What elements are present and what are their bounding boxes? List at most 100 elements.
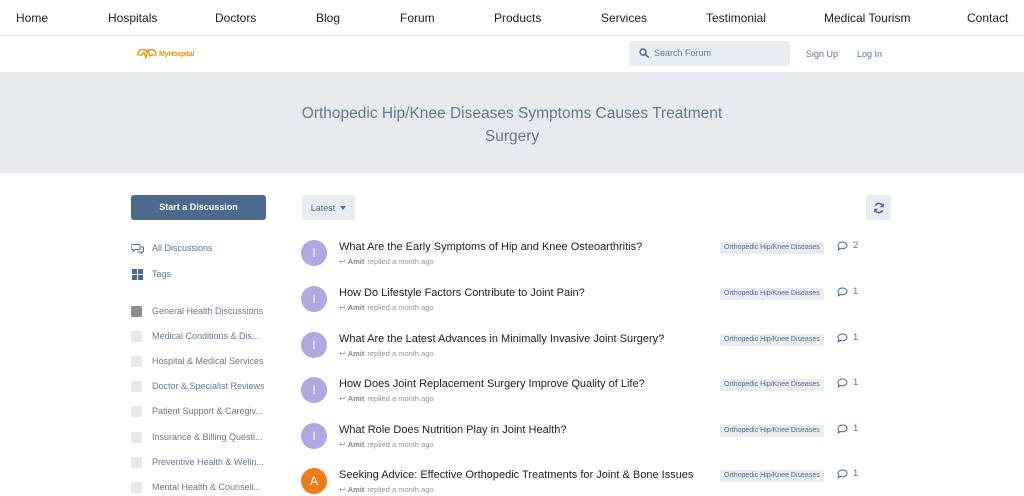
discussion-meta: ↩ Amit replied a month ago: [339, 485, 434, 494]
avatar[interactable]: I: [301, 286, 327, 312]
grid-icon: [131, 268, 144, 281]
reply-count: 1: [837, 468, 858, 479]
refresh-button[interactable]: [866, 195, 891, 220]
caret-down-icon: [340, 205, 347, 210]
sidebar-tag-label: Doctor & Specialist Reviews: [152, 381, 265, 391]
search-input[interactable]: Search Forum: [629, 41, 790, 66]
reply-icon: ↩: [339, 257, 346, 266]
nav-doctors[interactable]: Doctors: [215, 11, 256, 25]
discussion-title[interactable]: What Are the Early Symptoms of Hip and K…: [339, 241, 642, 253]
discussion-author[interactable]: Amit: [348, 485, 365, 494]
avatar[interactable]: I: [301, 240, 327, 266]
discussion-meta-text: replied a month ago: [367, 303, 434, 312]
discussion-tag[interactable]: Orthopedic Hip/Knee Diseases: [720, 425, 824, 437]
search-placeholder: Search Forum: [654, 48, 712, 58]
discussion-title[interactable]: How Does Joint Replacement Surgery Impro…: [339, 378, 645, 390]
discussion-title[interactable]: What Are the Latest Advances in Minimall…: [339, 333, 664, 345]
sidebar-tag-general-health[interactable]: General Health Discussions: [131, 305, 263, 317]
comment-icon: [837, 286, 848, 297]
discussion-row[interactable]: I What Are the Latest Advances in Minima…: [301, 332, 891, 366]
comment-icon: [837, 240, 848, 251]
discussion-title[interactable]: What Role Does Nutrition Play in Joint H…: [339, 424, 566, 436]
sidebar-tag-hospital-services[interactable]: Hospital & Medical Services: [131, 355, 264, 367]
discussion-meta: ↩ Amit replied a month ago: [339, 349, 434, 358]
discussion-tag[interactable]: Orthopedic Hip/Knee Diseases: [720, 470, 824, 482]
avatar[interactable]: I: [301, 423, 327, 449]
discussion-meta-text: replied a month ago: [367, 394, 434, 403]
nav-forum[interactable]: Forum: [400, 11, 435, 25]
avatar[interactable]: I: [301, 332, 327, 358]
nav-hospitals[interactable]: Hospitals: [108, 11, 157, 25]
discussion-meta-text: replied a month ago: [367, 440, 434, 449]
discussion-row[interactable]: A Seeking Advice: Effective Orthopedic T…: [301, 468, 891, 496]
discussion-row[interactable]: I What Are the Early Symptoms of Hip and…: [301, 240, 891, 274]
sidebar-tag-label: Medical Conditions & Dis...: [152, 331, 260, 341]
discussion-author[interactable]: Amit: [348, 303, 365, 312]
site-nav: Home Hospitals Doctors Blog Forum Produc…: [0, 0, 1024, 36]
reply-count: 2: [837, 240, 858, 251]
nav-products[interactable]: Products: [494, 11, 541, 25]
reply-count-value: 1: [853, 468, 859, 479]
discussion-meta-text: replied a month ago: [367, 257, 434, 266]
discussion-author[interactable]: Amit: [348, 440, 365, 449]
sort-dropdown[interactable]: Latest: [302, 195, 355, 220]
sidebar-tag-insurance-billing[interactable]: Insurance & Billing Questi...: [131, 431, 263, 443]
avatar[interactable]: A: [301, 468, 327, 494]
comment-icon: [837, 332, 848, 343]
comment-icon: [837, 377, 848, 388]
reply-count-value: 2: [853, 240, 859, 251]
refresh-icon: [873, 202, 884, 213]
reply-icon: ↩: [339, 394, 346, 403]
discussion-author[interactable]: Amit: [348, 257, 365, 266]
reply-count: 1: [837, 377, 858, 388]
sidebar-tag-medical-conditions[interactable]: Medical Conditions & Dis...: [131, 330, 260, 342]
nav-services[interactable]: Services: [601, 11, 647, 25]
discussion-row[interactable]: I How Does Joint Replacement Surgery Imp…: [301, 377, 891, 411]
sidebar-tag-patient-support[interactable]: Patient Support & Caregiv...: [131, 405, 263, 417]
tag-hero: Orthopedic Hip/Knee Diseases Symptoms Ca…: [0, 72, 1024, 173]
discussion-row[interactable]: I What Role Does Nutrition Play in Joint…: [301, 423, 891, 457]
comment-icon: [837, 468, 848, 479]
sidebar-tag-label: Patient Support & Caregiv...: [152, 406, 263, 416]
sidebar-item-all-discussions[interactable]: All Discussions: [131, 241, 213, 255]
sidebar-item-tags[interactable]: Tags: [131, 267, 171, 281]
sign-up-link[interactable]: Sign Up: [806, 49, 838, 59]
nav-testimonial[interactable]: Testimonial: [706, 11, 766, 25]
sidebar-tag-label: Preventive Health & Welln...: [152, 457, 264, 467]
reply-count: 1: [837, 332, 858, 343]
reply-icon: ↩: [339, 440, 346, 449]
tag-color-swatch: [131, 481, 142, 493]
discussion-tag[interactable]: Orthopedic Hip/Knee Diseases: [720, 242, 824, 254]
sidebar-tag-mental-health[interactable]: Mental Health & Counseli...: [131, 481, 261, 493]
nav-medical-tourism[interactable]: Medical Tourism: [824, 11, 910, 25]
reply-count-value: 1: [853, 377, 859, 388]
discussion-title[interactable]: How Do Lifestyle Factors Contribute to J…: [339, 287, 585, 299]
start-discussion-button[interactable]: Start a Discussion: [131, 195, 266, 220]
log-in-link[interactable]: Log In: [857, 49, 882, 59]
tag-color-swatch: [131, 305, 142, 317]
discussion-author[interactable]: Amit: [348, 394, 365, 403]
sidebar-item-label: Tags: [152, 269, 172, 279]
sidebar-tag-preventive-health[interactable]: Preventive Health & Welln...: [131, 456, 264, 468]
sort-dropdown-label: Latest: [310, 202, 336, 213]
tag-color-swatch: [131, 380, 142, 392]
reply-count-value: 1: [853, 286, 859, 297]
discussion-tag[interactable]: Orthopedic Hip/Knee Diseases: [720, 334, 824, 346]
discussion-tag[interactable]: Orthopedic Hip/Knee Diseases: [720, 379, 824, 391]
discussion-author[interactable]: Amit: [348, 349, 365, 358]
discussion-row[interactable]: I How Do Lifestyle Factors Contribute to…: [301, 286, 891, 320]
reply-count: 1: [837, 423, 858, 434]
sidebar-tag-label: Mental Health & Counseli...: [152, 482, 262, 492]
heartbeat-logo-icon: [137, 47, 157, 61]
reply-count: 1: [837, 286, 858, 297]
sidebar-tag-doctor-reviews[interactable]: Doctor & Specialist Reviews: [131, 380, 265, 392]
avatar[interactable]: I: [301, 377, 327, 403]
nav-contact[interactable]: Contact: [967, 11, 1008, 25]
tag-color-swatch: [131, 355, 142, 367]
site-logo[interactable]: MyHospital: [136, 47, 195, 61]
discussion-title[interactable]: Seeking Advice: Effective Orthopedic Tre…: [339, 469, 693, 481]
nav-blog[interactable]: Blog: [316, 11, 340, 25]
discussion-tag[interactable]: Orthopedic Hip/Knee Diseases: [720, 288, 824, 300]
discussion-meta: ↩ Amit replied a month ago: [339, 440, 434, 449]
nav-home[interactable]: Home: [16, 11, 48, 25]
